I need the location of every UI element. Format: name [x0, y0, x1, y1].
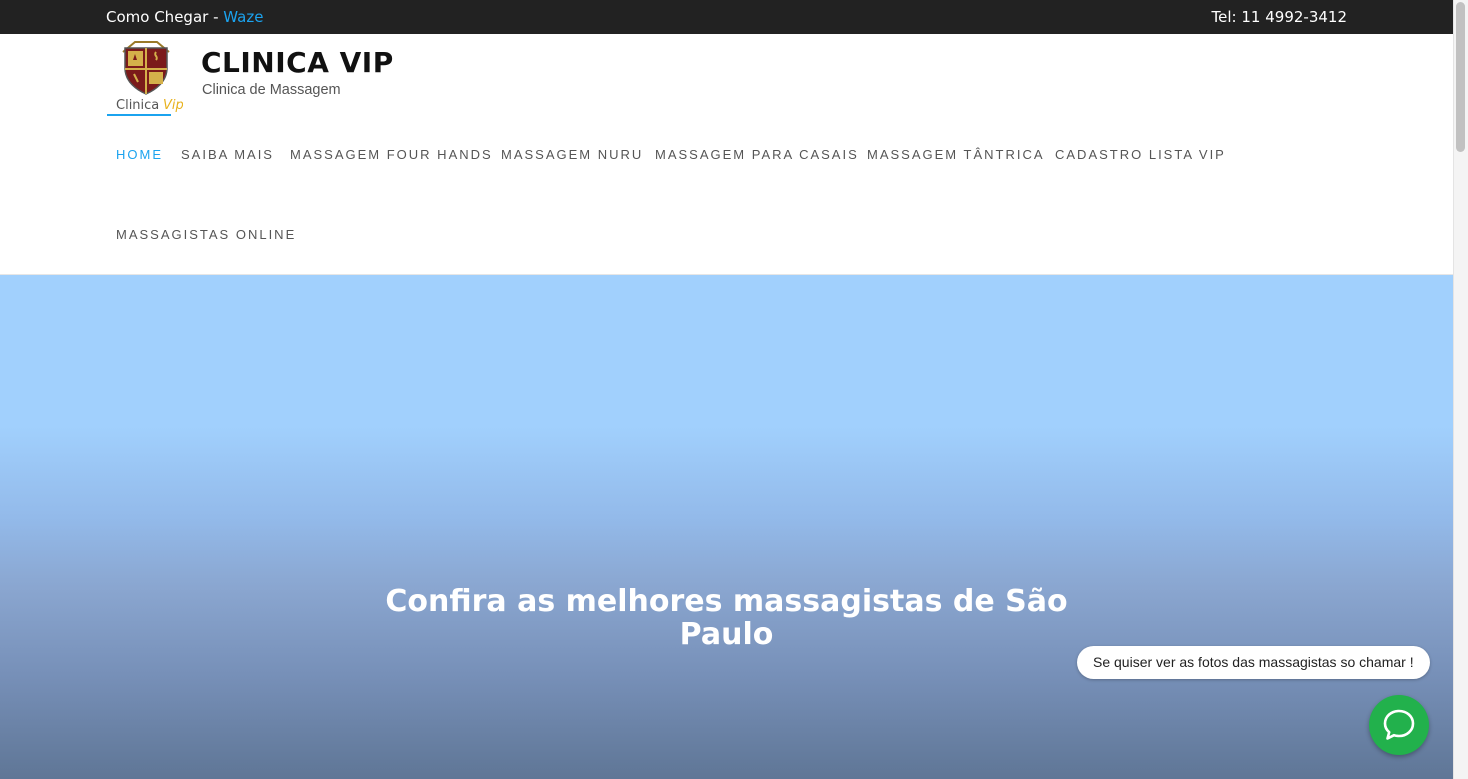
- hero-title-line-1: Confira as melhores massagistas de São: [385, 584, 1068, 619]
- whatsapp-chat-icon: [1383, 709, 1415, 740]
- chat-prompt-bubble[interactable]: Se quiser ver as fotos das massagistas s…: [1077, 646, 1430, 679]
- nav-item-saiba-mais[interactable]: SAIBA MAIS: [181, 147, 274, 162]
- top-bar: Como Chegar - Waze Tel: 11 4992-3412: [0, 0, 1453, 34]
- nav-item-massagem-tantrica[interactable]: MASSAGEM TÂNTRICA: [867, 147, 1045, 162]
- hero-title: Confira as melhores massagistas de São P…: [0, 585, 1453, 651]
- nav-item-cadastro-lista-vip[interactable]: CADASTRO LISTA VIP: [1055, 147, 1226, 162]
- site-header: Clinica Vip CLINICA VIP Clinica de Massa…: [0, 34, 1453, 275]
- phone-number: Tel: 11 4992-3412: [1211, 8, 1347, 26]
- waze-link[interactable]: Waze: [223, 8, 263, 26]
- nav-item-massagistas-online[interactable]: MASSAGISTAS ONLINE: [116, 227, 296, 242]
- directions-label: Como Chegar -: [106, 8, 224, 26]
- directions-info: Como Chegar - Waze: [106, 8, 263, 26]
- main-navigation: HOME SAIBA MAIS MASSAGEM FOUR HANDS MASS…: [0, 34, 1453, 274]
- whatsapp-chat-button[interactable]: [1369, 695, 1429, 755]
- hero-banner: Confira as melhores massagistas de São P…: [0, 275, 1453, 779]
- nav-item-massagem-four-hands[interactable]: MASSAGEM FOUR HANDS: [290, 147, 493, 162]
- nav-item-massagem-para-casais[interactable]: MASSAGEM PARA CASAIS: [655, 147, 859, 162]
- nav-item-home[interactable]: HOME: [116, 147, 163, 162]
- nav-item-massagem-nuru[interactable]: MASSAGEM NURU: [501, 147, 643, 162]
- scrollbar-thumb[interactable]: [1456, 2, 1465, 152]
